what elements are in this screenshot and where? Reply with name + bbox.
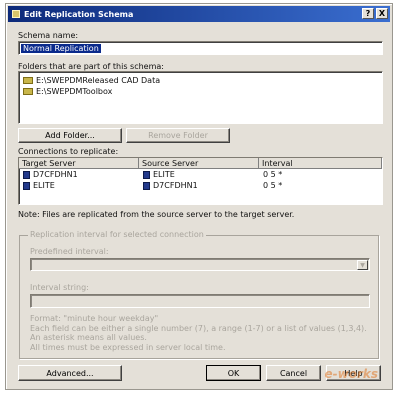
column-source-server[interactable]: Source Server	[139, 158, 259, 168]
window-icon	[12, 10, 20, 18]
format-help-text: Format: "minute hour weekday"	[30, 314, 159, 323]
server-icon	[23, 181, 30, 190]
window-title: Edit Replication Schema	[24, 9, 134, 19]
folder-item[interactable]: E:\SWEPDMReleased CAD Data	[19, 75, 382, 86]
chevron-down-icon[interactable]: ▼	[357, 260, 368, 270]
folder-icon	[23, 88, 33, 95]
interval-string-input[interactable]	[30, 294, 370, 308]
close-button[interactable]: X	[376, 8, 388, 19]
cancel-button[interactable]: Cancel	[266, 365, 321, 381]
folders-label: Folders that are part of this schema:	[18, 62, 164, 71]
schema-name-value: Normal Replication	[21, 44, 101, 53]
connections-label: Connections to replicate:	[18, 147, 119, 156]
help-title-button[interactable]: ?	[362, 8, 374, 19]
remove-folder-button[interactable]: Remove Folder	[126, 128, 230, 143]
replication-interval-group-title: Replication interval for selected connec…	[28, 230, 206, 239]
add-folder-button[interactable]: Add Folder...	[18, 128, 122, 143]
predefined-interval-label: Predefined interval:	[30, 247, 109, 256]
target-server-cell: D7CFDHN1	[33, 170, 78, 179]
table-row[interactable]: ELITE D7CFDHN1 0 5 *	[19, 180, 382, 191]
interval-string-label: Interval string:	[30, 283, 89, 292]
folder-item-label: E:\SWEPDMToolbox	[36, 87, 113, 96]
schema-name-input[interactable]: Normal Replication	[18, 41, 383, 55]
table-row[interactable]: D7CFDHN1 ELITE 0 5 *	[19, 169, 382, 180]
server-icon	[143, 170, 150, 179]
connections-table-header: Target Server Source Server Interval	[19, 158, 382, 169]
edit-replication-schema-dialog: Edit Replication Schema ? X Schema name:…	[5, 3, 393, 390]
predefined-interval-select[interactable]: ▼	[30, 258, 370, 271]
column-target-server[interactable]: Target Server	[19, 158, 139, 168]
source-server-cell: D7CFDHN1	[153, 181, 198, 190]
replication-note: Note: Files are replicated from the sour…	[18, 210, 295, 219]
watermark-logo: e-works	[324, 367, 379, 381]
column-interval[interactable]: Interval	[259, 158, 382, 168]
replication-interval-group: Replication interval for selected connec…	[19, 230, 379, 359]
field-help-text: Each field can be either a single number…	[30, 324, 367, 342]
title-bar: Edit Replication Schema ? X	[8, 6, 390, 22]
target-server-cell: ELITE	[33, 181, 55, 190]
interval-cell: 0 5 *	[263, 181, 283, 190]
timezone-help-text: All times must be expressed in server lo…	[30, 343, 226, 352]
folder-item-label: E:\SWEPDMReleased CAD Data	[36, 76, 161, 85]
ok-button[interactable]: OK	[206, 365, 261, 381]
server-icon	[23, 170, 30, 179]
folder-icon	[23, 77, 33, 84]
server-icon	[143, 181, 150, 190]
source-server-cell: ELITE	[153, 170, 175, 179]
connections-table[interactable]: Target Server Source Server Interval D7C…	[18, 157, 383, 205]
folders-list[interactable]: E:\SWEPDMReleased CAD Data E:\SWEPDMTool…	[18, 71, 383, 124]
interval-cell: 0 5 *	[263, 170, 283, 179]
schema-name-label: Schema name:	[18, 31, 79, 40]
folder-item[interactable]: E:\SWEPDMToolbox	[19, 86, 382, 97]
advanced-button[interactable]: Advanced...	[18, 365, 122, 381]
